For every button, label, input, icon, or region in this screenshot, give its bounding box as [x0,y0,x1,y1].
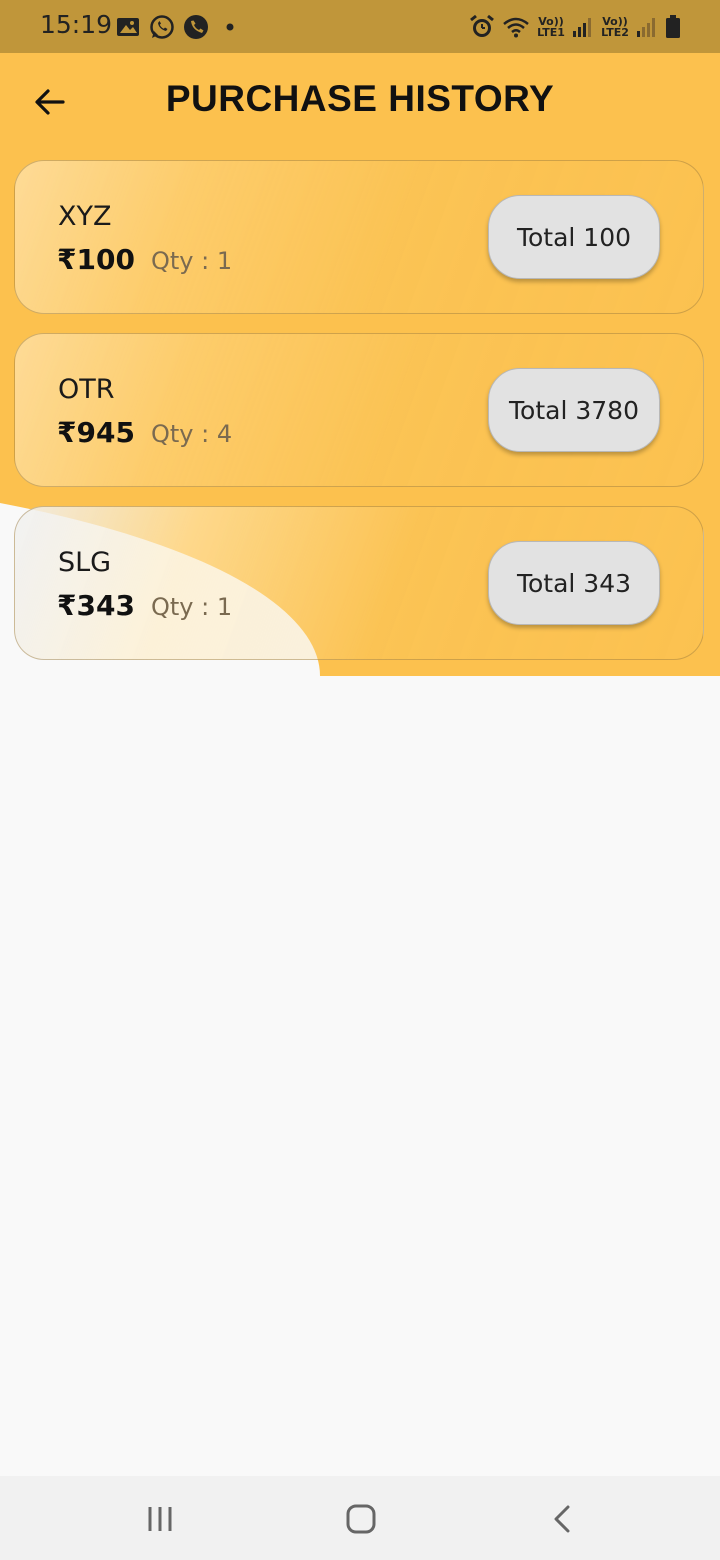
status-notification-icons [114,13,244,41]
sim1-network: Vo)) LTE1 [536,16,566,38]
status-time: 15:19 [40,10,113,39]
item-quantity: Qty : 1 [151,247,233,275]
purchase-card[interactable]: XYZ ₹100 Qty : 1 Total 100 [14,160,704,314]
total-button[interactable]: Total 3780 [488,368,660,452]
home-button[interactable] [336,1494,386,1544]
total-button[interactable]: Total 343 [488,541,660,625]
recent-apps-button[interactable] [135,1494,185,1544]
gallery-icon [114,13,142,41]
item-price: ₹100 [57,243,135,276]
sim2-network: Vo)) LTE2 [600,16,630,38]
phone-call-icon [182,13,210,41]
signal-icon [636,13,658,41]
item-price: ₹343 [57,589,135,622]
home-icon [346,1504,376,1534]
item-quantity: Qty : 1 [151,593,233,621]
battery-icon [664,13,682,41]
sim1-lte-label: LTE1 [537,26,565,39]
whatsapp-icon [148,13,176,41]
screen: 15:19 Vo)) LTE1 Vo)) LTE2 PURCHASE HISTO… [0,0,720,1560]
purchase-card[interactable]: OTR ₹945 Qty : 4 Total 3780 [14,333,704,487]
item-name: OTR [58,374,115,405]
total-button[interactable]: Total 100 [488,195,660,279]
recent-apps-icon [148,1507,172,1531]
navigation-bar [0,1476,720,1560]
purchase-card[interactable]: SLG ₹343 Qty : 1 Total 343 [14,506,704,660]
item-quantity: Qty : 4 [151,420,233,448]
status-system-icons: Vo)) LTE1 Vo)) LTE2 [468,13,682,41]
dot-icon [216,13,244,41]
alarm-icon [468,13,496,41]
purchase-list: XYZ ₹100 Qty : 1 Total 100 OTR ₹945 Qty … [14,160,706,679]
item-price: ₹945 [57,416,135,449]
item-name: XYZ [58,201,112,232]
signal-icon [572,13,594,41]
back-icon [554,1505,570,1533]
item-name: SLG [58,547,112,578]
sim2-lte-label: LTE2 [601,26,629,39]
status-bar: 15:19 Vo)) LTE1 Vo)) LTE2 [0,0,720,53]
wifi-icon [502,13,530,41]
system-back-button[interactable] [538,1494,588,1544]
page-title: PURCHASE HISTORY [165,78,555,119]
